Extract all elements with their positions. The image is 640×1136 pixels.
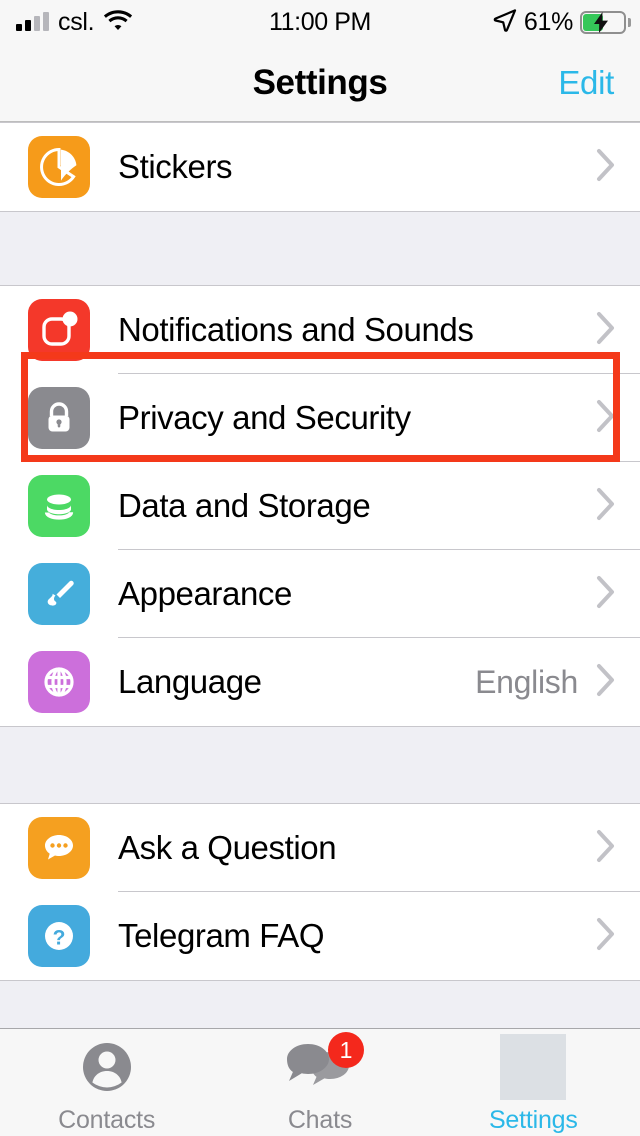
stickers-section: Stickers [0,122,640,212]
chevron-right-icon [596,917,616,956]
settings-row-data-and-storage[interactable]: Data and Storage [0,462,640,550]
settings-row-language[interactable]: Language English [0,638,640,726]
chats-bubbles-icon: 1 [286,1032,364,1098]
tab-chats[interactable]: 1 Chats [213,1029,426,1136]
settings-row-privacy-and-security[interactable]: Privacy and Security [0,374,640,462]
section-gap [0,212,640,285]
question-mark-icon: ? [28,905,90,967]
settings-list[interactable]: Stickers Notifications and Sounds Privac… [0,122,640,1047]
chevron-right-icon [596,148,616,187]
chevron-right-icon [596,399,616,438]
chat-bubble-icon [28,817,90,879]
status-bar: csl. 11:00 PM 61% [0,0,640,44]
database-icon [28,475,90,537]
settings-placeholder-icon [500,1034,567,1100]
chevron-right-icon [596,311,616,350]
location-arrow-icon [493,8,517,37]
chevron-right-icon [596,663,616,702]
tab-settings[interactable]: Settings [427,1029,640,1136]
globe-icon [28,651,90,713]
tab-contacts[interactable]: Contacts [0,1029,213,1136]
stickers-icon [28,136,90,198]
tab-bar: Contacts 1 Chats Settings [0,1028,640,1136]
settings-row-ask-a-question[interactable]: Ask a Question [0,804,640,892]
iphone-screen: csl. 11:00 PM 61% Settings Edit Stickers… [0,0,640,1136]
settings-row-telegram-faq[interactable]: ? Telegram FAQ [0,892,640,980]
chevron-right-icon [596,575,616,614]
section-gap [0,727,640,803]
battery-percent-label: 61% [523,7,573,36]
status-bar-right: 61% [493,7,631,37]
help-section: Ask a Question ? Telegram FAQ [0,803,640,981]
row-label: Notifications and Sounds [118,311,474,348]
settings-row-appearance[interactable]: Appearance [0,550,640,638]
tab-label: Settings [488,1106,578,1134]
row-label: Ask a Question [118,829,337,866]
svg-text:?: ? [53,927,66,950]
tab-label: Chats [287,1106,353,1134]
chevron-right-icon [596,829,616,868]
row-value-language: English [475,663,578,700]
settings-row-stickers[interactable]: Stickers [0,123,640,211]
row-label: Appearance [118,575,292,612]
chevron-right-icon [596,487,616,526]
row-label: Telegram FAQ [118,917,325,954]
row-label: Language [118,663,262,700]
battery-charging-icon [580,10,631,34]
contacts-person-icon [76,1036,138,1098]
row-label: Stickers [118,148,233,185]
row-label: Privacy and Security [118,399,411,436]
row-label: Data and Storage [118,487,371,524]
paintbrush-icon [28,563,90,625]
chats-unread-badge: 1 [327,1032,364,1068]
lock-icon [28,387,90,449]
navigation-bar: Settings Edit [0,44,640,122]
edit-button[interactable]: Edit [558,44,614,122]
notifications-icon [28,299,90,361]
tab-label: Contacts [58,1106,156,1134]
settings-row-notifications-and-sounds[interactable]: Notifications and Sounds [0,286,640,374]
page-title: Settings [252,63,388,102]
preferences-section: Notifications and Sounds Privacy and Sec… [0,285,640,727]
